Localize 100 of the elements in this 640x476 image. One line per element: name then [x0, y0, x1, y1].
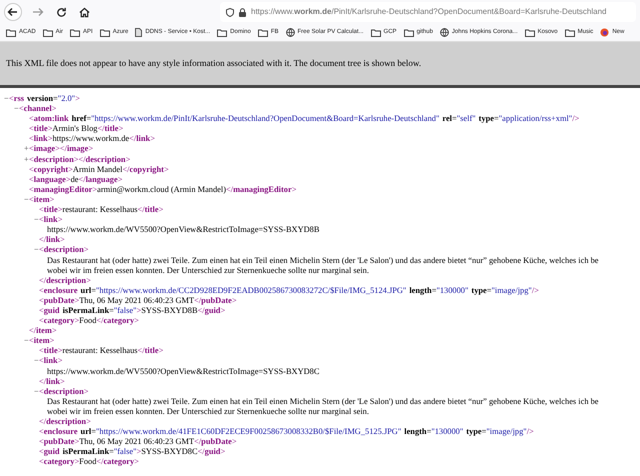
xml-tag: </link>: [39, 235, 65, 246]
attribute-value: "2.0": [58, 94, 76, 104]
attribute-value: "application/rss+xml": [498, 114, 572, 124]
folder-icon[interactable]: [42, 28, 53, 36]
attribute-name: type=: [478, 114, 499, 124]
folder-icon[interactable]: [100, 28, 110, 36]
attribute-value: "https://www.workm.de/41FE1C60DF2ECE9F00258673008332B0/$File/IMG_5125.JPG": [96, 427, 402, 438]
xml-tag: </link>: [129, 134, 155, 144]
text-content: restaurant: Kesselhaus: [62, 346, 138, 356]
xml-tag: <pubDate>: [39, 296, 80, 306]
xml-tag: <copyright>: [29, 164, 73, 175]
xml-tag: <atom:link: [29, 114, 69, 124]
xml-tag: </title>: [97, 124, 124, 134]
xml-tag: <link>: [39, 215, 62, 226]
xml-tag: <pubDate>: [39, 437, 80, 448]
collapse-toggle[interactable]: −: [34, 245, 39, 256]
collapse-toggle[interactable]: −: [14, 104, 19, 114]
text-content: armin@workm.cloud (Armin Mandel): [97, 184, 226, 195]
xml-tag: </guid>: [198, 306, 226, 316]
folder-icon[interactable]: [564, 28, 575, 36]
xml-tag: </pubDate>: [194, 437, 237, 448]
xml-tag: </description>: [39, 417, 91, 428]
attribute-name: version=: [26, 94, 58, 104]
xml-tag: </link>: [39, 376, 65, 387]
xml-tag: <language>: [29, 174, 71, 185]
xml-tag: <item>: [29, 194, 54, 206]
attribute-name: url=: [80, 286, 96, 296]
lock-icon[interactable]: [239, 8, 246, 16]
folder-icon[interactable]: [217, 28, 228, 36]
text-content: https://www.workm.de: [52, 134, 130, 144]
text-content: wobei wir im freien essen konnten. Der Unterschied zur Sternenkueche sollte nur marginal sein.: [47, 406, 369, 417]
text-content: https://www.workm.de/WV5500?OpenView&RestrictToImage=SYSS-BXYD8C: [47, 366, 320, 377]
attribute-value: "130000": [431, 427, 464, 438]
attribute-name: isPermaLink=: [62, 306, 114, 316]
folder-icon[interactable]: [524, 28, 535, 36]
site-icon[interactable]: [600, 28, 610, 37]
folder-icon[interactable]: [370, 28, 381, 36]
attribute-name: href=: [72, 114, 92, 124]
attribute-value: "image/jpg": [486, 427, 527, 438]
xml-tag: </image>: [60, 144, 94, 155]
folder-icon[interactable]: [258, 28, 268, 36]
globe-icon[interactable]: [440, 28, 449, 37]
collapse-toggle[interactable]: −: [4, 94, 9, 104]
text-content: Das Restaurant hat (oder hatte) zwei Teile. Zum einen hat ein Teil einen Michelin Stern (der 'Le Salon') und das andere bietet “nur” gehobene Küche, welches ich be: [47, 396, 599, 407]
attribute-value: "image/jpg": [492, 286, 532, 296]
text-content: Thu, 06 May 2021 06:40:23 GMT: [79, 296, 194, 306]
collapse-toggle[interactable]: +: [24, 154, 29, 165]
xml-tag: <category>: [39, 457, 80, 468]
xml-tag: <rss: [9, 94, 24, 104]
collapse-toggle[interactable]: −: [34, 386, 39, 397]
collapse-toggle[interactable]: −: [24, 194, 29, 206]
attribute-value: "https://www.workm.de/CC2D928ED9F2EADB002586730083272C/$File/IMG_5124.JPG": [96, 286, 406, 296]
text-content: SYSS-BXYD8B: [141, 306, 198, 316]
globe-icon[interactable]: [286, 28, 295, 37]
folder-icon[interactable]: [404, 28, 414, 36]
address-bar[interactable]: https://www.workm.de/PinIt/Karlsruhe-Deutschland?OpenDocument&Board=Karlsruhe-Deutschland: [220, 2, 636, 22]
attribute-value: "false": [114, 447, 136, 458]
info-message: This XML file does not appear to have any style information associated with it. The document tree is shown below.: [6, 56, 422, 70]
xml-tag: </managingEditor>: [226, 184, 296, 195]
xml-tag: <enclosure: [39, 286, 78, 296]
attribute-name: isPermaLink=: [62, 447, 114, 458]
xml-tag: <enclosure: [39, 427, 78, 438]
forward-icon[interactable]: [32, 6, 44, 18]
xml-tag: <link>: [39, 356, 62, 367]
attribute-value: "https://www.workm.de/PinIt/Karlsruhe-Deutschland?OpenDocument&Board=Karlsruhe-Deutschland": [91, 114, 440, 124]
collapse-toggle[interactable]: −: [34, 356, 39, 367]
attribute-value: "false": [114, 306, 136, 316]
xml-tag: <link>: [29, 134, 52, 144]
xml-tag: <guid: [39, 306, 60, 316]
folder-icon[interactable]: [6, 28, 16, 36]
collapse-toggle[interactable]: −: [24, 336, 29, 346]
back-icon[interactable]: [4, 3, 22, 21]
shield-icon[interactable]: [226, 8, 234, 16]
xml-tag: </category>: [96, 457, 139, 468]
xml-tag: </title>: [138, 346, 164, 356]
text-content: SYSS-BXYD8C: [141, 447, 198, 458]
attribute-name: type=: [466, 427, 486, 438]
xml-tag: </pubDate>: [194, 296, 237, 306]
xml-tag: <managingEditor>: [29, 184, 98, 195]
text-content: de: [70, 174, 78, 185]
collapse-toggle[interactable]: +: [24, 144, 29, 155]
xml-tag: </category>: [96, 316, 139, 326]
text-content: Food: [79, 457, 96, 468]
xml-tag: <description>: [39, 245, 88, 256]
xml-tag: </description>: [39, 276, 91, 286]
document-icon[interactable]: [135, 28, 142, 37]
xml-tag: </language>: [78, 174, 122, 185]
home-icon[interactable]: [79, 6, 90, 18]
xml-tag: >: [136, 447, 142, 458]
attribute-name: type=: [471, 286, 492, 296]
folder-icon[interactable]: [70, 28, 80, 36]
xml-tag: </title>: [138, 205, 164, 216]
xml-tag: </guid>: [198, 447, 226, 458]
xml-tag: />: [532, 286, 539, 296]
text-content: https://www.workm.de/WV5500?OpenView&RestrictToImage=SYSS-BXYD8B: [47, 225, 320, 236]
reload-icon[interactable]: [56, 6, 67, 18]
collapse-toggle[interactable]: −: [34, 215, 39, 226]
xml-tag: >: [136, 306, 142, 316]
xml-tag: <title>: [39, 346, 62, 356]
xml-tag: <item>: [29, 336, 54, 346]
